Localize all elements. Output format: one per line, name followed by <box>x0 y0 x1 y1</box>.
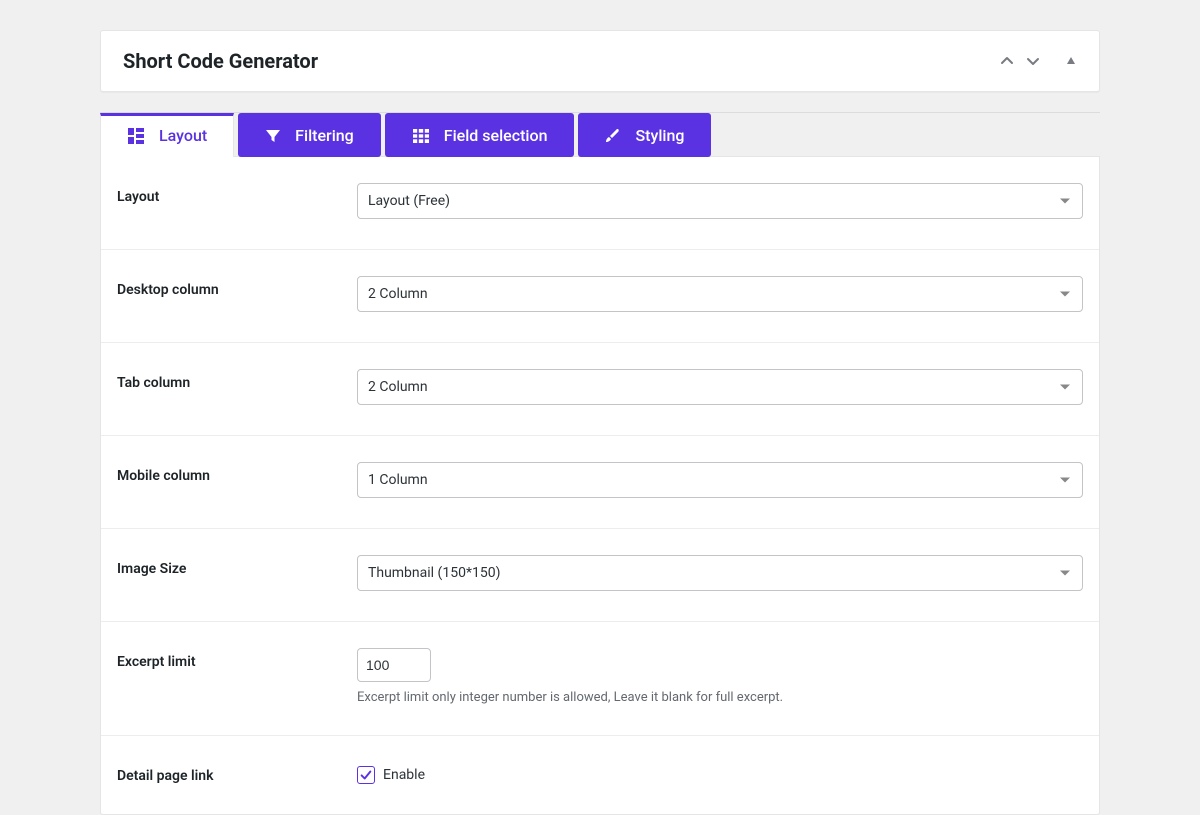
row-tab-column: Tab column 2 Column <box>101 343 1099 436</box>
brush-icon <box>605 128 621 144</box>
table-icon <box>412 128 430 144</box>
filter-icon <box>265 128 281 144</box>
label-excerpt-limit: Excerpt limit <box>117 648 337 670</box>
select-layout[interactable]: Layout (Free) <box>357 183 1083 219</box>
help-excerpt-limit: Excerpt limit only integer number is all… <box>357 690 1083 705</box>
label-detail-page-link: Detail page link <box>117 762 337 784</box>
select-tab-column[interactable]: 2 Column <box>357 369 1083 405</box>
select-value: 2 Column <box>368 286 428 302</box>
tab-label: Styling <box>635 126 684 145</box>
content-card: Layout Layout (Free) Desktop column 2 Co… <box>100 156 1100 815</box>
panel-collapse-up-icon[interactable] <box>999 53 1015 69</box>
select-value: 2 Column <box>368 379 428 395</box>
row-detail-page-link: Detail page link Enable <box>101 736 1099 814</box>
tab-label: Filtering <box>295 126 354 145</box>
tab-field-selection[interactable]: Field selection <box>385 113 575 157</box>
label-tab-column: Tab column <box>117 369 337 391</box>
select-desktop-column[interactable]: 2 Column <box>357 276 1083 312</box>
panel-header: Short Code Generator <box>100 30 1100 92</box>
select-mobile-column[interactable]: 1 Column <box>357 462 1083 498</box>
checkbox-detail-page-link[interactable] <box>357 766 375 784</box>
row-image-size: Image Size Thumbnail (150*150) <box>101 529 1099 622</box>
select-value: 1 Column <box>368 472 428 488</box>
page-title: Short Code Generator <box>123 49 318 73</box>
select-image-size[interactable]: Thumbnail (150*150) <box>357 555 1083 591</box>
row-layout: Layout Layout (Free) <box>101 157 1099 250</box>
row-mobile-column: Mobile column 1 Column <box>101 436 1099 529</box>
tabs: Layout Filtering Field selection Styling <box>100 113 1100 157</box>
checkbox-label: Enable <box>383 767 425 783</box>
row-desktop-column: Desktop column 2 Column <box>101 250 1099 343</box>
panel-toggle-icon[interactable] <box>1065 55 1077 67</box>
row-excerpt-limit: Excerpt limit Excerpt limit only integer… <box>101 622 1099 736</box>
panel-controls <box>999 53 1077 69</box>
tab-label: Field selection <box>444 126 548 145</box>
label-image-size: Image Size <box>117 555 337 577</box>
label-mobile-column: Mobile column <box>117 462 337 484</box>
input-excerpt-limit[interactable] <box>357 648 431 682</box>
tab-styling[interactable]: Styling <box>578 113 711 157</box>
tab-filtering[interactable]: Filtering <box>238 113 381 157</box>
tab-layout[interactable]: Layout <box>100 113 234 157</box>
layout-icon <box>127 127 145 145</box>
label-layout: Layout <box>117 183 337 205</box>
tab-label: Layout <box>159 126 207 145</box>
select-value: Thumbnail (150*150) <box>368 565 500 581</box>
panel-collapse-down-icon[interactable] <box>1025 53 1041 69</box>
select-value: Layout (Free) <box>368 193 450 209</box>
label-desktop-column: Desktop column <box>117 276 337 298</box>
